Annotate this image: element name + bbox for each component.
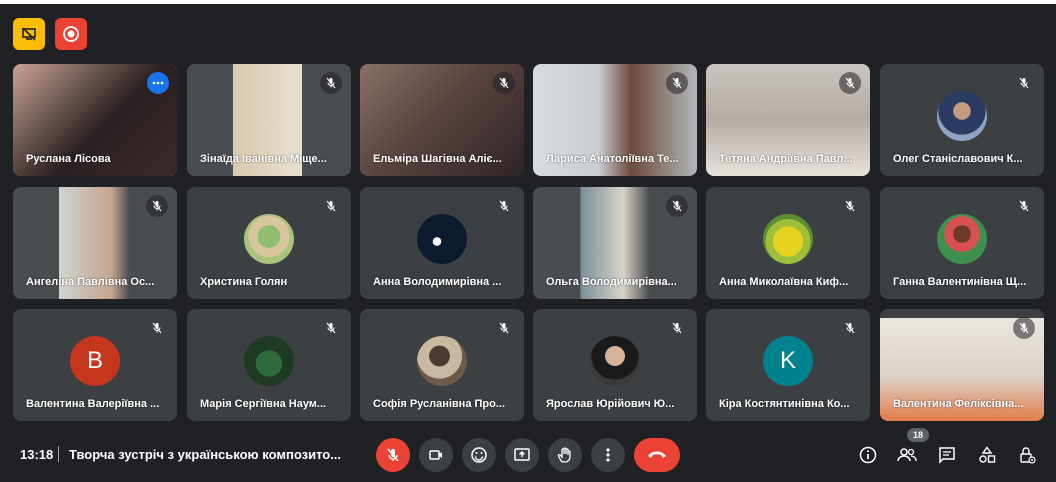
raise-hand-button[interactable] bbox=[548, 438, 582, 472]
participant-tile[interactable]: K Кіра Костянтинівна Ко... bbox=[706, 309, 870, 421]
mic-off-icon bbox=[146, 317, 168, 339]
more-options-icon[interactable] bbox=[147, 72, 169, 94]
participant-avatar bbox=[937, 91, 987, 141]
people-icon[interactable] bbox=[896, 444, 918, 466]
record-icon[interactable] bbox=[55, 18, 87, 50]
mic-off-icon bbox=[839, 72, 861, 94]
participant-tile[interactable]: Ганна Валентинівна Щ... bbox=[880, 187, 1044, 299]
participant-tile[interactable]: Тетяна Андріївна Павл... bbox=[706, 64, 870, 176]
camera-icon bbox=[429, 450, 442, 460]
mic-off-icon bbox=[387, 448, 399, 462]
participant-avatar: K bbox=[763, 336, 813, 386]
participant-tile[interactable]: Руслана Лісова bbox=[13, 64, 177, 176]
participant-tile[interactable]: В Валентина Валеріївна ... bbox=[13, 309, 177, 421]
participant-tile[interactable]: Анна Володимирівна ... bbox=[360, 187, 524, 299]
divider bbox=[58, 446, 59, 462]
participant-avatar bbox=[417, 336, 467, 386]
participant-name: Ангеліна Павлівна Ос... bbox=[26, 276, 155, 288]
mic-off-icon bbox=[666, 72, 688, 94]
hang-up-icon bbox=[648, 451, 666, 458]
participant-name: Ярослав Юрійович Ю... bbox=[546, 398, 675, 410]
participant-tile[interactable]: Зінаїда Іванівна Міще... bbox=[187, 64, 351, 176]
emoji-icon bbox=[471, 447, 487, 463]
participant-name: Анна Володимирівна ... bbox=[373, 276, 502, 288]
mic-off-icon bbox=[839, 317, 861, 339]
participant-tile[interactable]: Лариса Анатоліївна Те... bbox=[533, 64, 697, 176]
mic-off-icon bbox=[666, 317, 688, 339]
participant-name: Валентина Валеріївна ... bbox=[26, 398, 160, 410]
top-indicators bbox=[13, 18, 87, 50]
activities-icon[interactable] bbox=[976, 444, 998, 466]
participant-avatar bbox=[244, 214, 294, 264]
top-border bbox=[0, 0, 1056, 4]
leave-call-button[interactable] bbox=[634, 438, 680, 472]
participant-name: Зінаїда Іванівна Міще... bbox=[200, 153, 327, 165]
participant-count-badge: 18 bbox=[907, 428, 929, 442]
mic-off-icon bbox=[320, 195, 342, 217]
camera-button[interactable] bbox=[419, 438, 453, 472]
participant-name: Ольга Володимирівна... bbox=[546, 276, 677, 288]
hand-icon bbox=[557, 447, 571, 463]
info-icon[interactable] bbox=[857, 444, 879, 466]
participant-avatar bbox=[937, 214, 987, 264]
mic-off-icon bbox=[493, 72, 515, 94]
reactions-button[interactable] bbox=[462, 438, 496, 472]
mic-off-icon bbox=[1013, 72, 1035, 94]
mic-off-icon bbox=[666, 195, 688, 217]
mic-off-icon bbox=[320, 317, 342, 339]
participant-tile[interactable]: Ангеліна Павлівна Ос... bbox=[13, 187, 177, 299]
participant-name: Валентина Феліксівна... bbox=[893, 398, 1024, 410]
participant-name: Олег Станіславович К... bbox=[893, 153, 1023, 165]
participant-name: Тетяна Андріївна Павл... bbox=[719, 153, 853, 165]
mic-off-icon bbox=[1013, 195, 1035, 217]
clock: 13:18 bbox=[20, 447, 54, 462]
participant-name: Ельміра Шагівна Аліє... bbox=[373, 153, 502, 165]
participant-tile[interactable]: Христина Голян bbox=[187, 187, 351, 299]
participant-name: Софія Русланівна Про... bbox=[373, 398, 506, 410]
participant-name: Марія Сергіївна Наум... bbox=[200, 398, 327, 410]
mic-off-icon bbox=[493, 195, 515, 217]
participant-avatar bbox=[763, 214, 813, 264]
participant-name: Ганна Валентинівна Щ... bbox=[893, 276, 1027, 288]
participant-avatar bbox=[590, 336, 640, 386]
participant-avatar: В bbox=[70, 336, 120, 386]
participant-name: Христина Голян bbox=[200, 276, 288, 288]
participant-tile[interactable]: Ольга Володимирівна... bbox=[533, 187, 697, 299]
present-button[interactable] bbox=[505, 438, 539, 472]
participant-name: Анна Миколаївна Киф... bbox=[719, 276, 849, 288]
participant-tile[interactable]: Марія Сергіївна Наум... bbox=[187, 309, 351, 421]
participant-name: Лариса Анатоліївна Те... bbox=[546, 153, 679, 165]
participant-tile[interactable]: Анна Миколаївна Киф... bbox=[706, 187, 870, 299]
participant-tile[interactable]: Валентина Феліксівна... bbox=[880, 309, 1044, 421]
participant-avatar bbox=[244, 336, 294, 386]
meeting-title[interactable]: Творча зустріч з українською композито..… bbox=[69, 447, 341, 462]
participant-tile[interactable]: Ярослав Юрійович Ю... bbox=[533, 309, 697, 421]
mic-off-icon bbox=[320, 72, 342, 94]
participant-name: Кіра Костянтинівна Ко... bbox=[719, 398, 850, 410]
more-options-button[interactable] bbox=[591, 438, 625, 472]
participant-tile[interactable]: Софія Русланівна Про... bbox=[360, 309, 524, 421]
mic-button[interactable] bbox=[376, 438, 410, 472]
chat-icon[interactable] bbox=[936, 444, 958, 466]
mic-off-icon bbox=[839, 195, 861, 217]
participant-tile[interactable]: Ельміра Шагівна Аліє... bbox=[360, 64, 524, 176]
screen-share-off-icon[interactable] bbox=[13, 18, 45, 50]
host-controls-icon[interactable] bbox=[1016, 444, 1038, 466]
more-vert-icon bbox=[606, 448, 610, 462]
mic-off-icon bbox=[1013, 317, 1035, 339]
present-screen-icon bbox=[514, 448, 530, 461]
participant-tile[interactable]: Олег Станіславович К... bbox=[880, 64, 1044, 176]
bottom-bar: 13:18 Творча зустріч з українською компо… bbox=[0, 428, 1056, 482]
mic-off-icon bbox=[493, 317, 515, 339]
participant-name: Руслана Лісова bbox=[26, 153, 111, 165]
participant-avatar bbox=[417, 214, 467, 264]
mic-off-icon bbox=[146, 195, 168, 217]
